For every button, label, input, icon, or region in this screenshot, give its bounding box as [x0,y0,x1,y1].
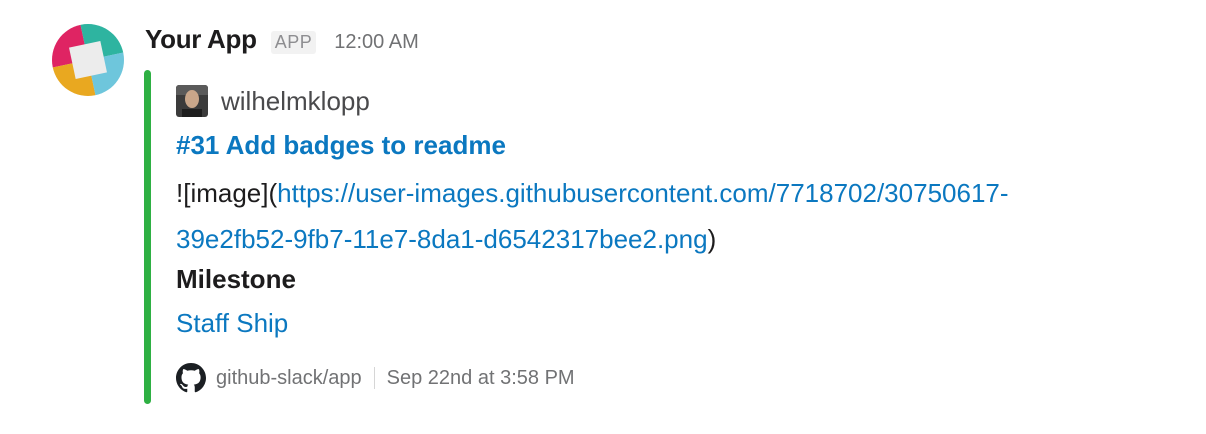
attachment-color-bar [144,70,151,404]
footer-divider [373,367,375,389]
message-timestamp[interactable]: 12:00 AM [334,31,419,54]
footer-date[interactable]: Sep 22nd at 3:58 PM [387,367,575,390]
app-badge: APP [270,31,317,54]
app-name[interactable]: Your App [145,24,257,55]
message-header: Your App APP 12:00 AM [145,24,419,64]
app-avatar[interactable] [52,24,124,96]
author-avatar [176,85,208,117]
attachment-title-link[interactable]: #31 Add badges to readme [176,130,506,161]
footer-source: github-slack/app [216,366,362,389]
field-title-milestone: Milestone [176,264,296,294]
github-icon [176,363,206,393]
body-line-1: ![image](https://user-images.githubuserc… [176,170,1176,216]
attachment-author: wilhelmklopp [176,84,370,118]
attachment-body: ![image](https://user-images.githubuserc… [176,170,1176,262]
field-value-milestone[interactable]: Staff Ship [176,308,288,339]
attachment-footer: github-slack/app Sep 22nd at 3:58 PM [176,362,575,394]
author-photo-icon [176,85,208,117]
image-url-link[interactable]: https://user-images.githubusercontent.co… [277,178,1008,208]
app-logo-icon [52,24,124,96]
body-line-2: 39e2fb52-9fb7-11e7-8da1-d6542317bee2.png… [176,216,1176,262]
author-name[interactable]: wilhelmklopp [221,86,370,117]
body-suffix: ) [707,224,717,254]
image-url-link-continued[interactable]: 39e2fb52-9fb7-11e7-8da1-d6542317bee2.png [176,224,708,254]
body-prefix: ![image]( [176,178,278,208]
